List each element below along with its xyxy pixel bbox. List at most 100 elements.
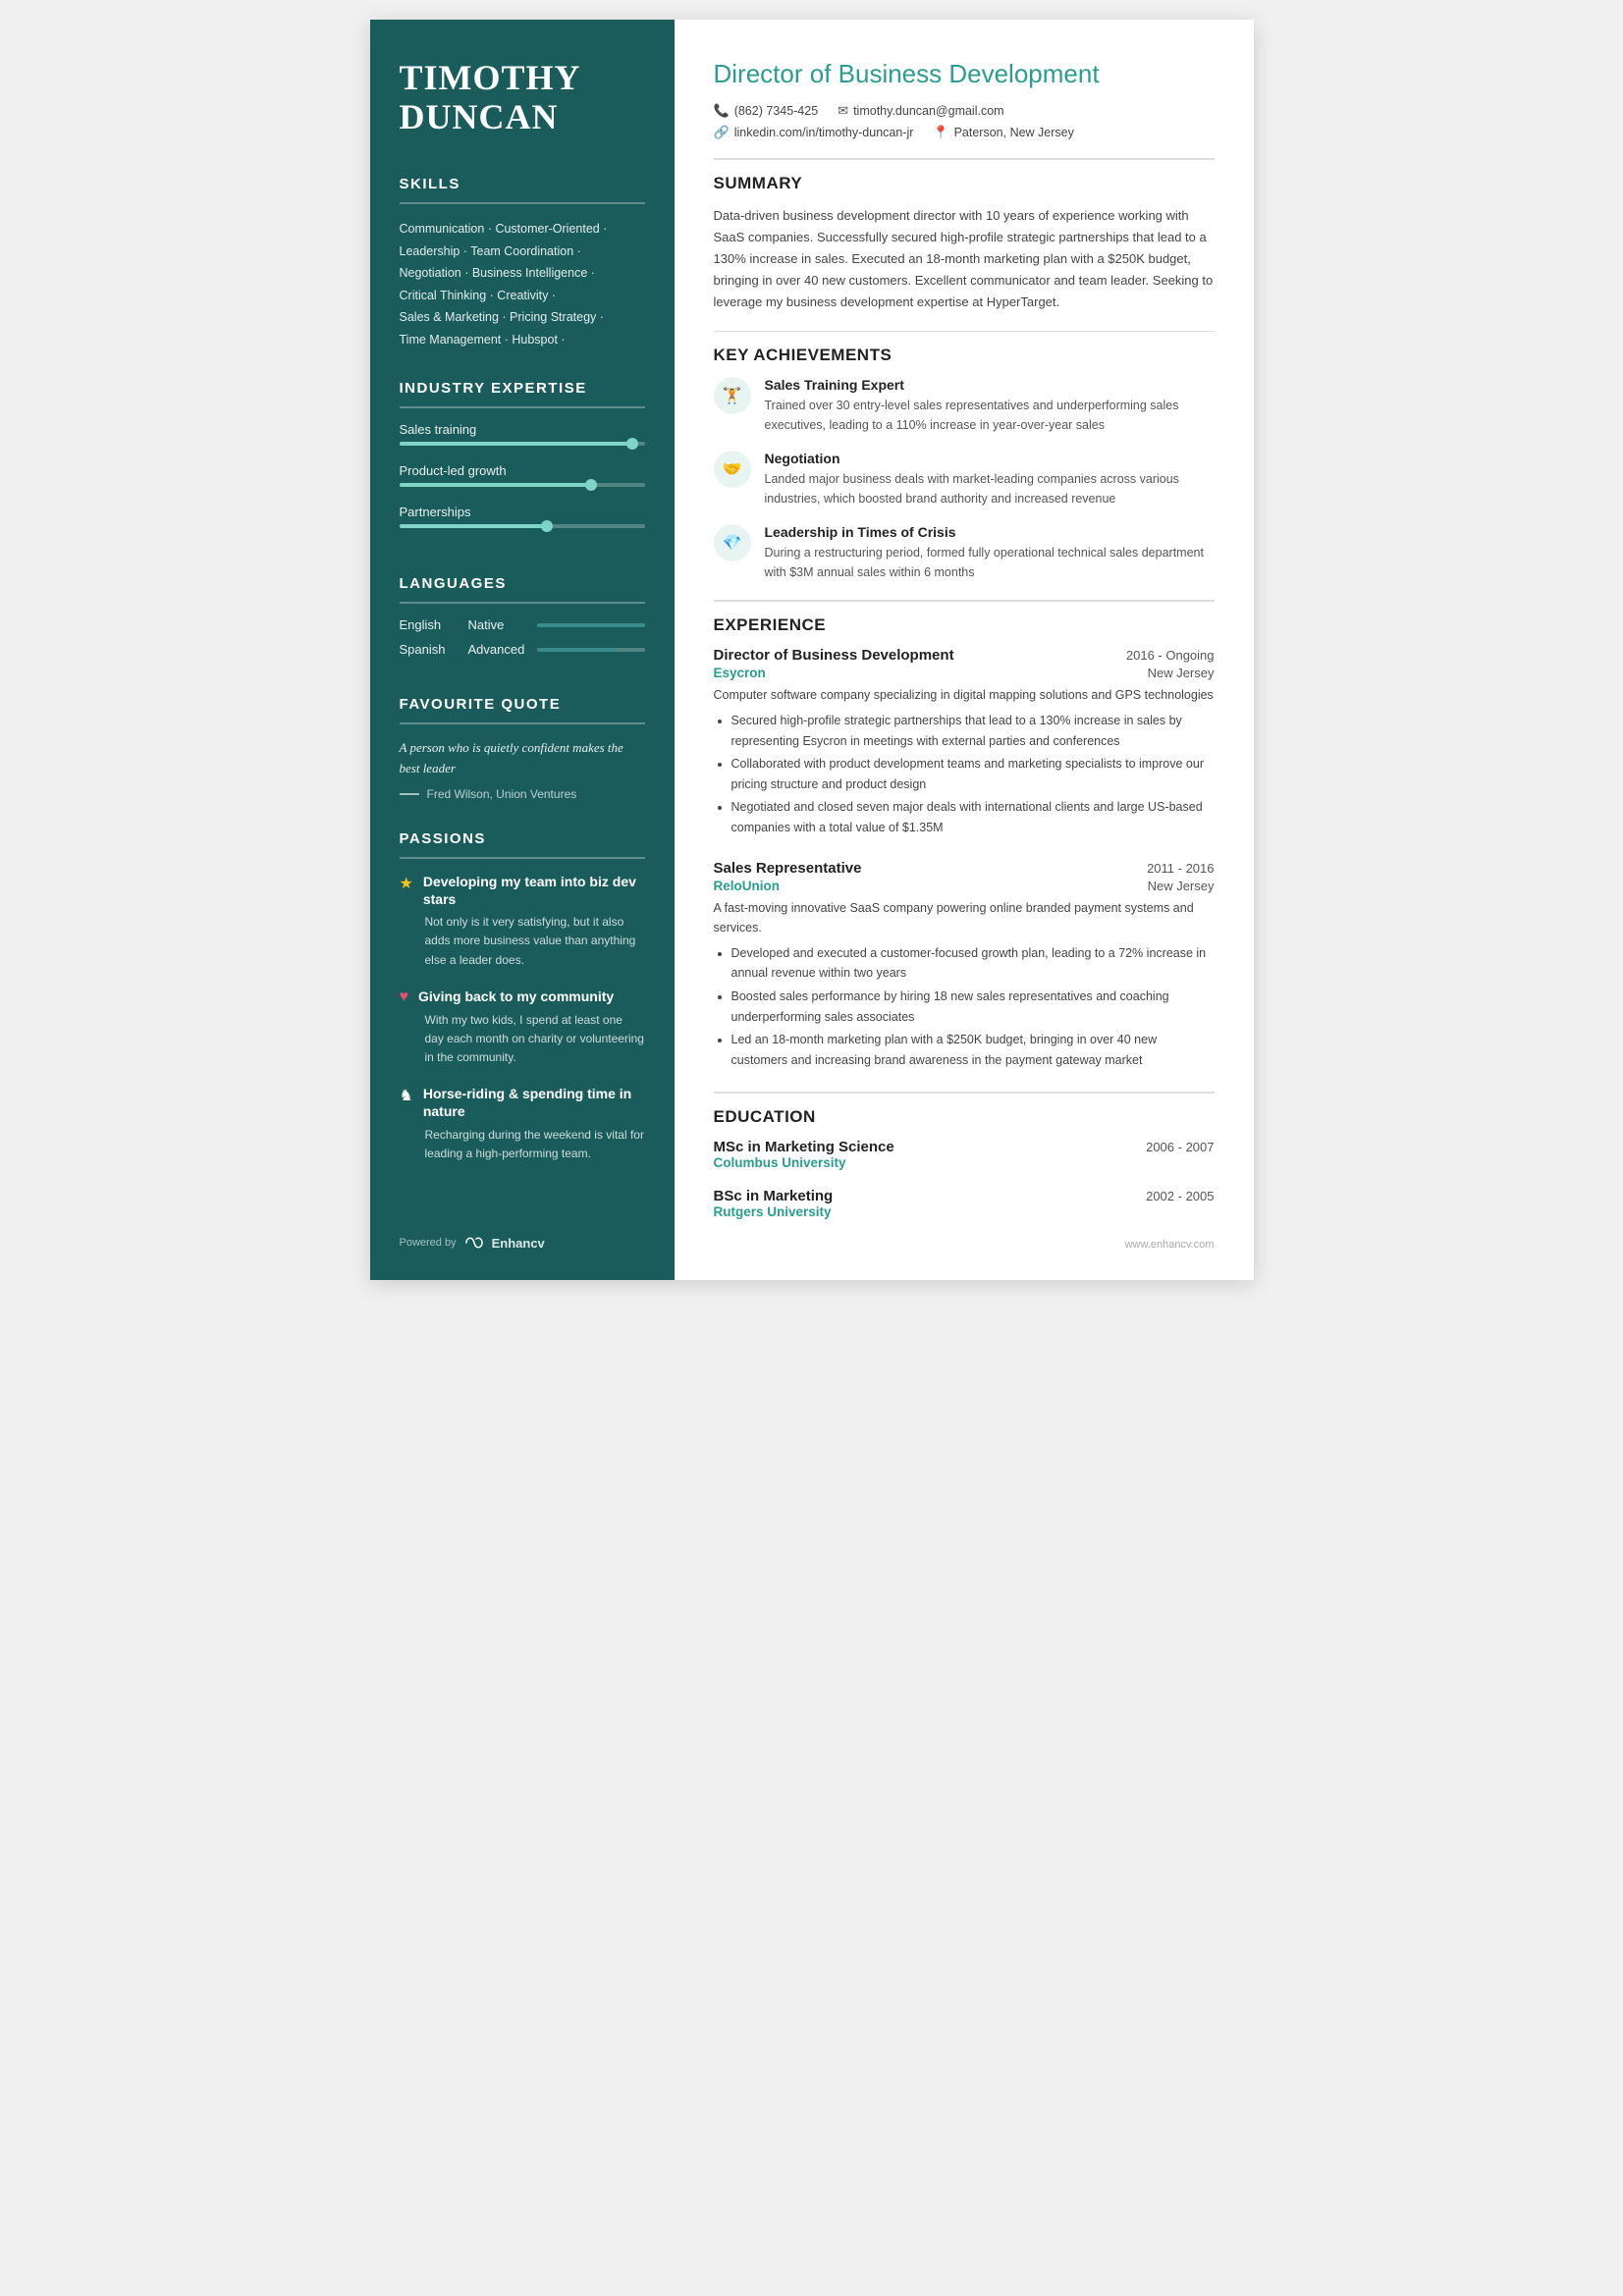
contact-linkedin: 🔗 linkedin.com/in/timothy-duncan-jr (714, 125, 914, 140)
skills-section: SKILLS Communication · Customer-Oriented… (400, 176, 645, 350)
achievement-3-icon: 💎 (714, 524, 751, 561)
edu-1-header: MSc in Marketing Science 2006 - 2007 (714, 1139, 1215, 1155)
quote-author-row: Fred Wilson, Union Ventures (400, 787, 645, 801)
exp-2-bullet-2: Boosted sales performance by hiring 18 n… (731, 987, 1215, 1027)
expertise-dot-3 (541, 520, 553, 532)
edu-2-degree: BSc in Marketing (714, 1188, 834, 1204)
edu-1: MSc in Marketing Science 2006 - 2007 Col… (714, 1139, 1215, 1170)
skills-text: Communication · Customer-Oriented · Lead… (400, 218, 645, 350)
contact-phone: 📞 (862) 7345-425 (714, 103, 819, 119)
exp-1-company: Esycron (714, 666, 766, 680)
achievement-3-title: Leadership in Times of Crisis (765, 524, 1215, 540)
exp-2-location: New Jersey (1148, 879, 1215, 893)
exp-1-bullet-1: Secured high-profile strategic partnersh… (731, 711, 1215, 751)
passions-divider (400, 857, 645, 859)
summary-divider (714, 158, 1215, 160)
exp-1-bullet-3: Negotiated and closed seven major deals … (731, 797, 1215, 837)
passion-2-title: Giving back to my community (418, 988, 614, 1005)
passion-1: ★ Developing my team into biz dev stars … (400, 873, 645, 970)
passion-2-desc: With my two kids, I spend at least one d… (400, 1011, 645, 1068)
edu-2: BSc in Marketing 2002 - 2005 Rutgers Uni… (714, 1188, 1215, 1219)
exp-1-desc: Computer software company specializing i… (714, 685, 1215, 705)
edu-1-degree: MSc in Marketing Science (714, 1139, 894, 1155)
skills-divider (400, 202, 645, 204)
expertise-bar-3 (400, 524, 645, 528)
enhancv-logo-icon (464, 1236, 484, 1250)
language-english: English Native (400, 617, 645, 632)
exp-1-title: Director of Business Development (714, 647, 954, 664)
achievement-1-desc: Trained over 30 entry-level sales repres… (765, 396, 1215, 435)
website-url: www.enhancv.com (1125, 1239, 1215, 1251)
achievements-divider (714, 331, 1215, 333)
achievement-2-icon: 🤝 (714, 451, 751, 488)
expertise-dot-2 (585, 479, 597, 491)
phone-icon: 📞 (714, 103, 730, 119)
language-bar-english (537, 623, 645, 627)
passion-1-desc: Not only is it very satisfying, but it a… (400, 913, 645, 970)
quote-author: Fred Wilson, Union Ventures (427, 787, 577, 801)
main-content: Director of Business Development 📞 (862)… (675, 20, 1254, 1280)
email-icon: ✉ (838, 103, 848, 119)
passion-3-desc: Recharging during the weekend is vital f… (400, 1126, 645, 1163)
languages-divider (400, 602, 645, 604)
exp-1-header: Director of Business Development 2016 - … (714, 647, 1215, 664)
achievement-2-title: Negotiation (765, 451, 1215, 466)
education-divider (714, 1092, 1215, 1094)
education-title: EDUCATION (714, 1107, 1215, 1127)
achievement-1-content: Sales Training Expert Trained over 30 en… (765, 377, 1215, 435)
location-icon: 📍 (933, 125, 948, 140)
expertise-item-3: Partnerships (400, 505, 645, 528)
expertise-fill-3 (400, 524, 547, 528)
experience-section: EXPERIENCE Director of Business Developm… (714, 615, 1215, 1071)
skills-title: SKILLS (400, 176, 645, 192)
summary-title: SUMMARY (714, 174, 1215, 193)
expertise-item-2: Product-led growth (400, 463, 645, 487)
achievement-1-icon: 🏋 (714, 377, 751, 414)
passion-2-header: ♥ Giving back to my community (400, 988, 645, 1006)
contact-email: ✉ timothy.duncan@gmail.com (838, 103, 1003, 119)
language-level-spanish: Advanced (468, 642, 537, 657)
job-title: Director of Business Development (714, 59, 1215, 89)
main-footer: www.enhancv.com (714, 1239, 1215, 1251)
passion-3: ♞ Horse-riding & spending time in nature… (400, 1085, 645, 1163)
quote-section: FAVOURITE QUOTE A person who is quietly … (400, 696, 645, 801)
passion-3-icon: ♞ (400, 1086, 413, 1105)
achievement-2-content: Negotiation Landed major business deals … (765, 451, 1215, 508)
passions-section: PASSIONS ★ Developing my team into biz d… (400, 830, 645, 1181)
edu-1-school: Columbus University (714, 1155, 1215, 1170)
resume-container: TIMOTHY DUNCAN SKILLS Communication · Cu… (370, 20, 1254, 1280)
languages-title: LANGUAGES (400, 575, 645, 592)
achievement-1: 🏋 Sales Training Expert Trained over 30 … (714, 377, 1215, 435)
language-spanish: Spanish Advanced (400, 642, 645, 657)
exp-1-bullets: Secured high-profile strategic partnersh… (714, 711, 1215, 838)
expertise-dot-1 (626, 438, 638, 450)
sidebar-footer: Powered by Enhancv (400, 1216, 645, 1251)
expertise-label-2: Product-led growth (400, 463, 645, 478)
expertise-item-1: Sales training (400, 422, 645, 446)
achievement-3: 💎 Leadership in Times of Crisis During a… (714, 524, 1215, 582)
edu-1-dates: 2006 - 2007 (1146, 1140, 1214, 1154)
passions-title: PASSIONS (400, 830, 645, 847)
exp-1-bullet-2: Collaborated with product development te… (731, 754, 1215, 794)
exp-1-dates: 2016 - Ongoing (1126, 648, 1215, 663)
linkedin-url: linkedin.com/in/timothy-duncan-jr (734, 126, 914, 139)
exp-1: Director of Business Development 2016 - … (714, 647, 1215, 838)
expertise-divider (400, 406, 645, 408)
achievements-title: KEY ACHIEVEMENTS (714, 346, 1215, 365)
passion-3-title: Horse-riding & spending time in nature (423, 1085, 645, 1120)
experience-title: EXPERIENCE (714, 615, 1215, 635)
language-bar-spanish (537, 648, 645, 652)
passion-1-icon: ★ (400, 874, 413, 893)
expertise-label-1: Sales training (400, 422, 645, 437)
achievement-3-desc: During a restructuring period, formed fu… (765, 543, 1215, 582)
expertise-fill-1 (400, 442, 633, 446)
quote-divider (400, 722, 645, 724)
achievement-2: 🤝 Negotiation Landed major business deal… (714, 451, 1215, 508)
passion-1-header: ★ Developing my team into biz dev stars (400, 873, 645, 908)
expertise-section: INDUSTRY EXPERTISE Sales training Produc… (400, 380, 645, 546)
exp-2-bullets: Developed and executed a customer-focuse… (714, 943, 1215, 1071)
language-name-english: English (400, 617, 468, 632)
expertise-bar-2 (400, 483, 645, 487)
quote-dash (400, 793, 419, 795)
languages-section: LANGUAGES English Native Spanish Advance… (400, 575, 645, 667)
